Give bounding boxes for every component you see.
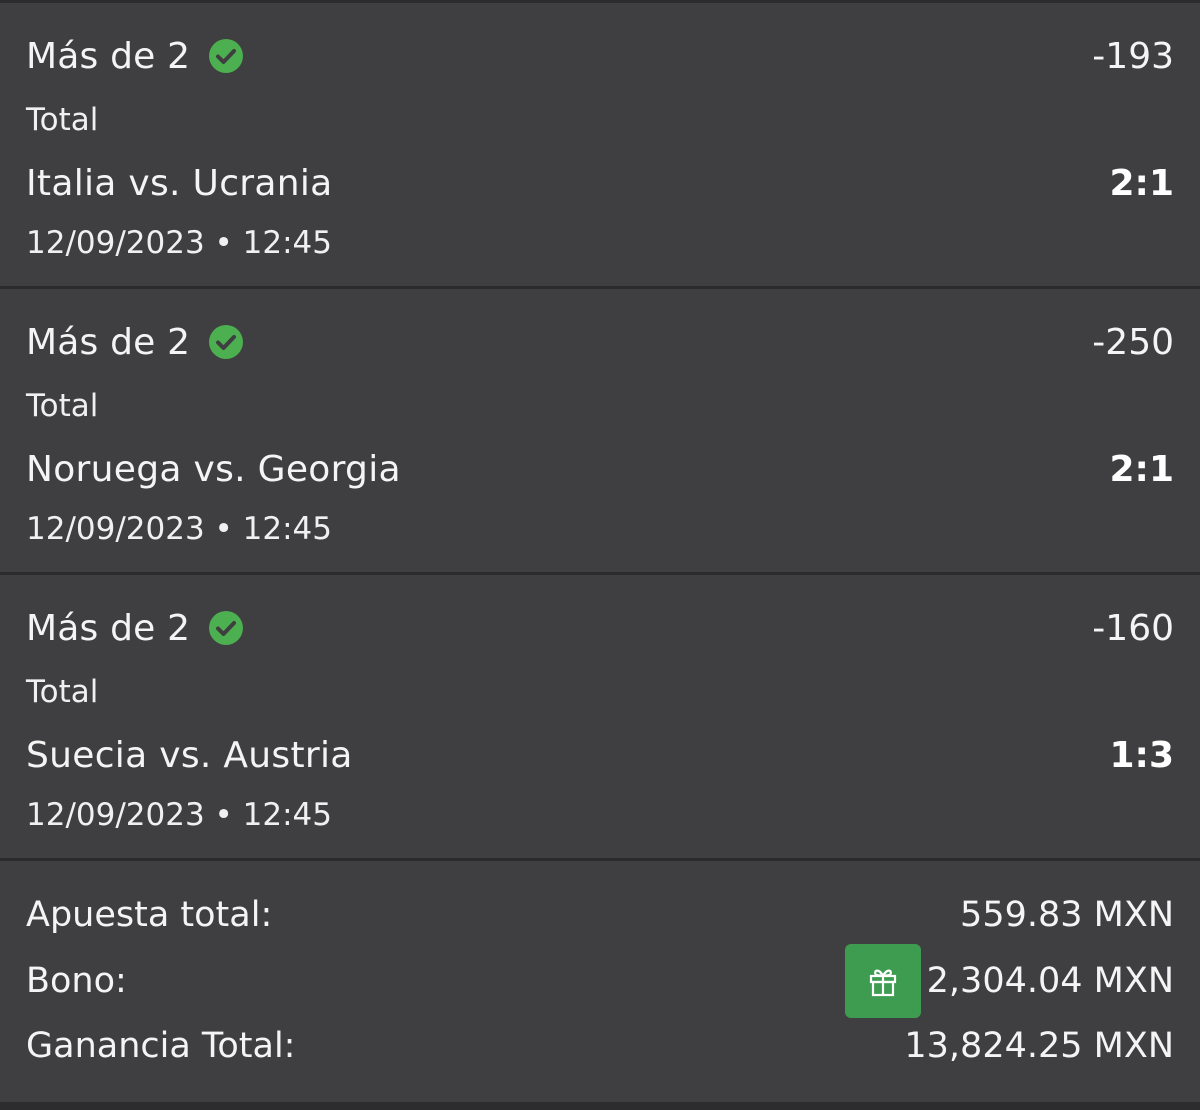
bet-market: Más de 2 (26, 322, 244, 363)
match-datetime: 12/09/2023 • 12:45 (26, 225, 333, 261)
bet-market-label: Más de 2 (26, 321, 191, 363)
check-circle-icon (209, 39, 244, 73)
bet-type: Total (26, 102, 99, 138)
bet-odds: -250 (1092, 321, 1174, 363)
total-winnings-label: Ganancia Total: (26, 1026, 296, 1066)
match-name: Suecia vs. Austria (26, 734, 353, 776)
bet-item: Más de 2 -250 Total Noruega vs. Georgia … (0, 289, 1200, 575)
check-circle-icon (209, 325, 244, 359)
bet-market-label: Más de 2 (26, 607, 191, 649)
match-datetime: 12/09/2023 • 12:45 (26, 797, 333, 833)
match-score: 1:3 (1109, 734, 1175, 776)
bet-slip-screen: Más de 2 -193 Total Italia vs. Ucrania 2… (0, 0, 1200, 1110)
bet-list: Más de 2 -193 Total Italia vs. Ucrania 2… (0, 3, 1200, 861)
bonus-value-group: 2,304.04 MXN (844, 944, 1174, 1018)
bonus-label: Bono: (26, 961, 127, 1001)
summary-row-stake: Apuesta total: 559.83 MXN (26, 891, 1174, 939)
summary-row-bonus: Bono: 2,304.04 MXN (26, 944, 1174, 1018)
match-score: 2:1 (1109, 162, 1175, 204)
summary-row-total: Ganancia Total: 13,824.25 MXN (26, 1022, 1174, 1070)
bet-odds: -193 (1092, 35, 1174, 77)
bet-odds: -160 (1092, 607, 1174, 649)
bet-type: Total (26, 674, 99, 710)
match-name: Italia vs. Ucrania (26, 162, 333, 204)
bet-item: Más de 2 -193 Total Italia vs. Ucrania 2… (0, 3, 1200, 289)
stake-value: 559.83 MXN (960, 895, 1174, 935)
bet-market: Más de 2 (26, 36, 244, 77)
total-winnings-value: 13,824.25 MXN (904, 1026, 1174, 1066)
bonus-value: 2,304.04 MXN (926, 961, 1174, 1001)
bet-market-label: Más de 2 (26, 35, 191, 77)
bottom-divider (0, 1102, 1200, 1110)
bet-summary: Apuesta total: 559.83 MXN Bono: 2,304.04… (0, 861, 1200, 1102)
match-name: Noruega vs. Georgia (26, 448, 401, 490)
bet-type: Total (26, 388, 99, 424)
match-datetime: 12/09/2023 • 12:45 (26, 511, 333, 547)
check-circle-icon (209, 611, 244, 645)
match-score: 2:1 (1109, 448, 1175, 490)
stake-label: Apuesta total: (26, 895, 273, 935)
gift-badge[interactable] (844, 944, 921, 1018)
bet-market: Más de 2 (26, 608, 244, 649)
bet-item: Más de 2 -160 Total Suecia vs. Austria 1… (0, 575, 1200, 861)
gift-icon (869, 969, 896, 997)
